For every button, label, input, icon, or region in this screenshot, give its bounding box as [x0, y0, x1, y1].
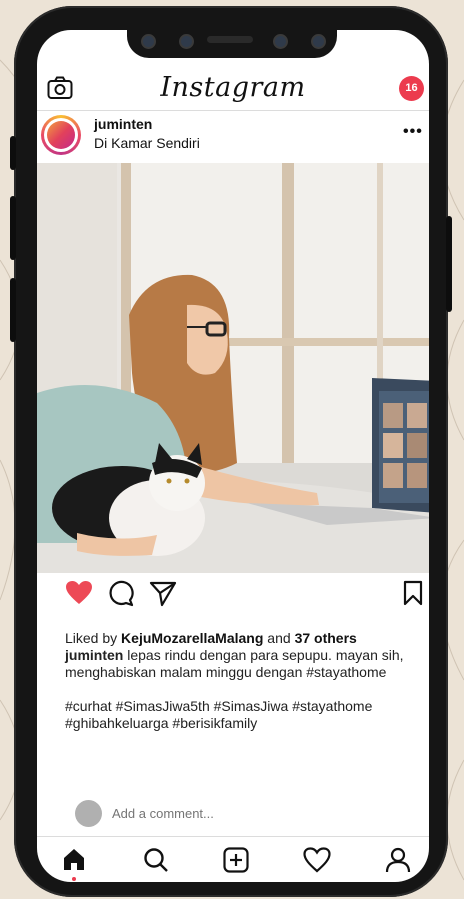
- comment-icon[interactable]: [108, 580, 135, 612]
- home-icon[interactable]: [62, 847, 86, 876]
- avatar[interactable]: [41, 115, 81, 155]
- activity-heart-icon[interactable]: [303, 847, 331, 878]
- search-icon[interactable]: [143, 847, 169, 878]
- post-photo[interactable]: [37, 163, 429, 573]
- caption-username[interactable]: juminten: [65, 647, 123, 663]
- post-header: juminten Di Kamar Sendiri •••: [37, 111, 429, 161]
- avatar: [75, 800, 102, 827]
- post-location[interactable]: Di Kamar Sendiri: [94, 135, 200, 151]
- comment-input[interactable]: [112, 806, 372, 821]
- phone-notch: [127, 22, 337, 58]
- instagram-logo: Instagram: [160, 72, 306, 103]
- post-actions: [37, 580, 429, 614]
- profile-icon[interactable]: [385, 847, 411, 878]
- mute-switch: [10, 136, 16, 170]
- add-comment-row: [75, 800, 415, 830]
- power-button: [446, 216, 452, 312]
- bottom-nav: [37, 836, 429, 882]
- heart-icon[interactable]: [65, 580, 93, 611]
- volume-up-button: [10, 196, 16, 260]
- add-post-icon[interactable]: [223, 847, 249, 878]
- liked-by-user-link[interactable]: KejuMozarellaMalang: [121, 630, 263, 646]
- likes-count-link[interactable]: 37 others: [295, 630, 357, 646]
- post-username[interactable]: juminten: [94, 116, 152, 132]
- active-indicator: [72, 877, 76, 881]
- likes-prefix: Liked by: [65, 630, 122, 646]
- more-icon[interactable]: •••: [403, 123, 423, 141]
- likes-middle: and: [263, 630, 295, 646]
- phone-screen: Instagram 16 juminten Di Kamar Sendiri •…: [37, 30, 429, 882]
- send-icon[interactable]: [149, 580, 177, 612]
- app-header: Instagram 16: [37, 70, 429, 111]
- post-text: Liked by KejuMozarellaMalang and 37 othe…: [65, 630, 415, 732]
- bookmark-icon[interactable]: [403, 580, 423, 611]
- hashtags[interactable]: #curhat #SimasJiwa5th #SimasJiwa #stayat…: [65, 698, 415, 732]
- likes-line: Liked by KejuMozarellaMalang and 37 othe…: [65, 630, 415, 647]
- notification-badge[interactable]: 16: [399, 76, 424, 101]
- caption: juminten lepas rindu dengan para sepupu.…: [65, 647, 415, 681]
- volume-down-button: [10, 278, 16, 342]
